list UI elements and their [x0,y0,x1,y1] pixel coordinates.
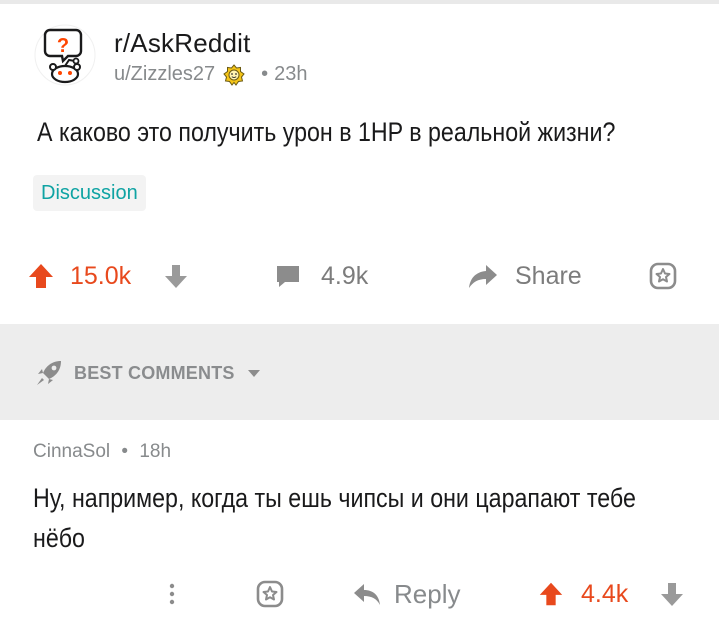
post-header: ? r/AskReddit u/Zizzles27 • 23h [34,24,308,86]
comment-meta: CinnaSol • 18h [33,441,171,463]
share-label: Share [515,261,582,290]
comment-downvote-button[interactable] [659,568,685,620]
upvote-arrow-icon [539,582,563,606]
comment-text-line-2: нёбо [33,523,85,553]
post-byline: u/Zizzles27 • 23h [114,63,308,86]
post-title[interactable]: А каково это получить урон в 1HP в реаль… [37,117,615,148]
svg-text:?: ? [57,35,69,57]
comment-sort-bar: BEST COMMENTS [0,324,719,420]
comment-bubble-icon [277,266,299,287]
comment-more-button[interactable] [164,568,180,620]
share-button[interactable]: Share [467,250,582,302]
askreddit-snoo-icon[interactable]: ? [34,24,96,86]
comment-action-bar: Reply 4.4k [0,568,719,620]
more-vertical-icon [169,583,175,605]
comment-author[interactable]: CinnaSol [33,441,110,462]
post-age: 23h [274,63,308,85]
top-divider [0,0,719,4]
comment-age: 18h [139,441,172,462]
sort-comments-button[interactable]: BEST COMMENTS [34,358,263,388]
share-arrow-icon [469,265,497,288]
comment-vote-count: 4.4k [581,568,628,620]
reply-button[interactable]: Reply [352,568,460,620]
subreddit-name[interactable]: r/AskReddit [114,28,308,59]
upvote-button[interactable] [26,250,56,302]
post-meta: r/AskReddit u/Zizzles27 • 23h [114,28,308,86]
byline-separator: • [261,63,269,85]
reply-arrow-icon [354,584,380,605]
rocket-icon [37,361,61,385]
downvote-button[interactable] [163,250,189,302]
comment-text-line-1: Ну, например, когда ты ешь чипсы и они ц… [33,483,636,513]
comment-count: 4.9k [321,261,369,290]
comment-upvote-count: 4.4k [581,579,629,608]
comment-separator: • [121,441,129,462]
comment-upvote-button[interactable] [537,568,565,620]
comments-button[interactable]: 4.9k [273,250,368,302]
award-outline-icon [256,580,284,608]
comment-award-button[interactable] [255,568,285,620]
award-outline-icon [649,262,677,290]
downvote-arrow-icon [661,583,683,606]
sort-label: BEST COMMENTS [74,362,235,383]
save-award-button[interactable] [648,250,678,302]
upvote-arrow-icon [29,264,53,288]
post-author[interactable]: u/Zizzles27 [114,63,215,86]
reply-label: Reply [394,578,461,609]
post-flair[interactable]: Discussion [33,175,146,211]
post-vote-count: 15.0k [70,250,131,302]
award-icon [223,63,245,86]
downvote-arrow-icon [165,265,187,288]
post-action-bar: 15.0k 4.9k Share [0,250,719,302]
chevron-down-icon [247,370,260,377]
comment-body: Ну, например, когда ты ешь чипсы и они ц… [33,478,683,558]
post-upvote-count: 15.0k [70,261,132,290]
